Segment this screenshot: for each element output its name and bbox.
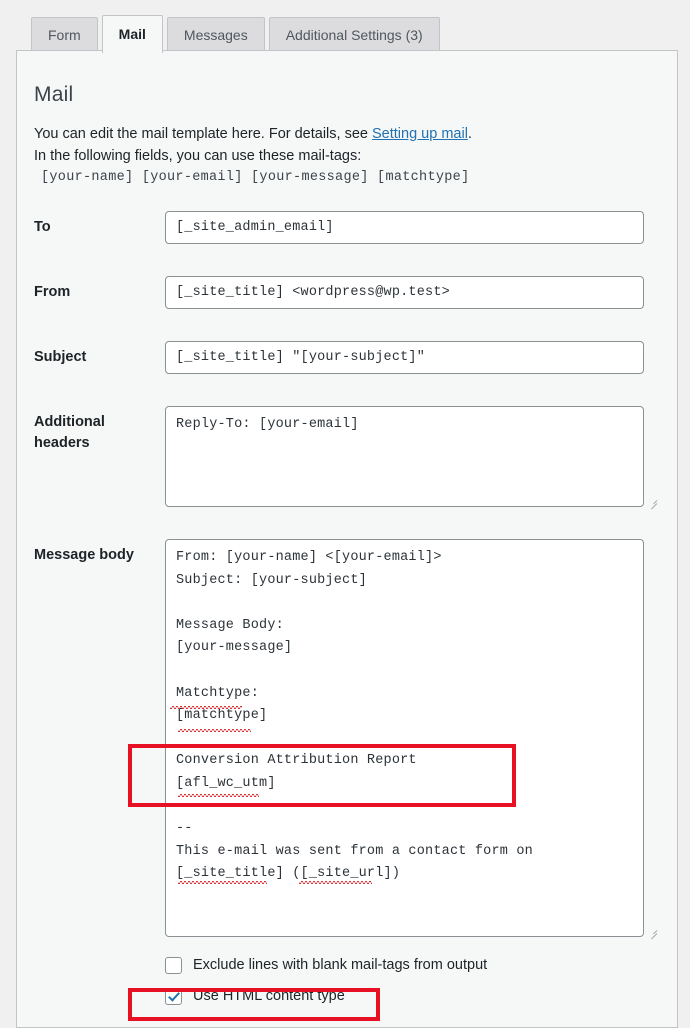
additional-headers-label-line1: Additional <box>34 414 105 430</box>
to-label: To <box>34 219 51 235</box>
use-html-content-type-label: Use HTML content type <box>193 988 345 1004</box>
message-body-label: Message body <box>34 547 134 563</box>
from-input[interactable] <box>165 276 644 309</box>
exclude-blank-mailtags-checkbox[interactable] <box>165 956 182 974</box>
intro-prefix: You can edit the mail template here. For… <box>34 126 372 142</box>
option-use-html-content-type[interactable]: Use HTML content type <box>165 982 659 1010</box>
resize-grip-icon <box>648 926 658 940</box>
tab-form-label: Form <box>48 27 81 43</box>
subject-input[interactable] <box>165 341 644 374</box>
mail-options: Exclude lines with blank mail-tags from … <box>165 951 659 1010</box>
field-row-from: From <box>34 276 659 309</box>
setting-up-mail-link[interactable]: Setting up mail <box>372 126 468 142</box>
tab-mail[interactable]: Mail <box>101 15 163 53</box>
field-row-to: To <box>34 211 659 244</box>
mail-settings-panel: Mail You can edit the mail template here… <box>16 50 678 1028</box>
subject-label: Subject <box>34 349 87 365</box>
use-html-content-type-checkbox[interactable] <box>165 987 182 1005</box>
from-label: From <box>34 284 71 300</box>
tab-additional-settings[interactable]: Additional Settings (3) <box>268 17 440 52</box>
intro-suffix: . <box>467 126 472 142</box>
field-row-message-body: Message body From: [your-name] <[your-em… <box>34 539 659 940</box>
mail-fields: To From Subject <box>34 211 659 1010</box>
exclude-blank-mailtags-label: Exclude lines with blank mail-tags from … <box>193 957 488 973</box>
to-input[interactable] <box>165 211 644 244</box>
intro-line2: In the following fields, you can use the… <box>34 148 362 164</box>
page-title: Mail <box>34 83 74 106</box>
option-exclude-blank-mailtags[interactable]: Exclude lines with blank mail-tags from … <box>165 951 659 979</box>
additional-headers-textarea[interactable]: Reply-To: [your-email] <box>165 406 644 507</box>
intro-text: You can edit the mail template here. For… <box>34 123 659 167</box>
tab-messages-label: Messages <box>183 27 248 43</box>
mail-tags-list: [your-name] [your-email] [your-message] … <box>41 170 470 185</box>
tab-form[interactable]: Form <box>31 17 98 52</box>
message-body-textarea[interactable]: From: [your-name] <[your-email]> Subject… <box>165 539 644 937</box>
field-row-subject: Subject <box>34 341 659 374</box>
additional-headers-label: Additional headers <box>34 406 165 454</box>
tab-bar: Form Mail Messages Additional Settings (… <box>0 0 690 53</box>
additional-headers-label-line2: headers <box>34 435 90 451</box>
field-row-additional-headers: Additional headers Reply-To: [your-email… <box>34 406 659 510</box>
tab-messages[interactable]: Messages <box>166 17 265 52</box>
resize-grip-icon <box>648 496 658 510</box>
tab-mail-label: Mail <box>118 26 146 42</box>
tab-additional-settings-label: Additional Settings (3) <box>285 27 423 43</box>
